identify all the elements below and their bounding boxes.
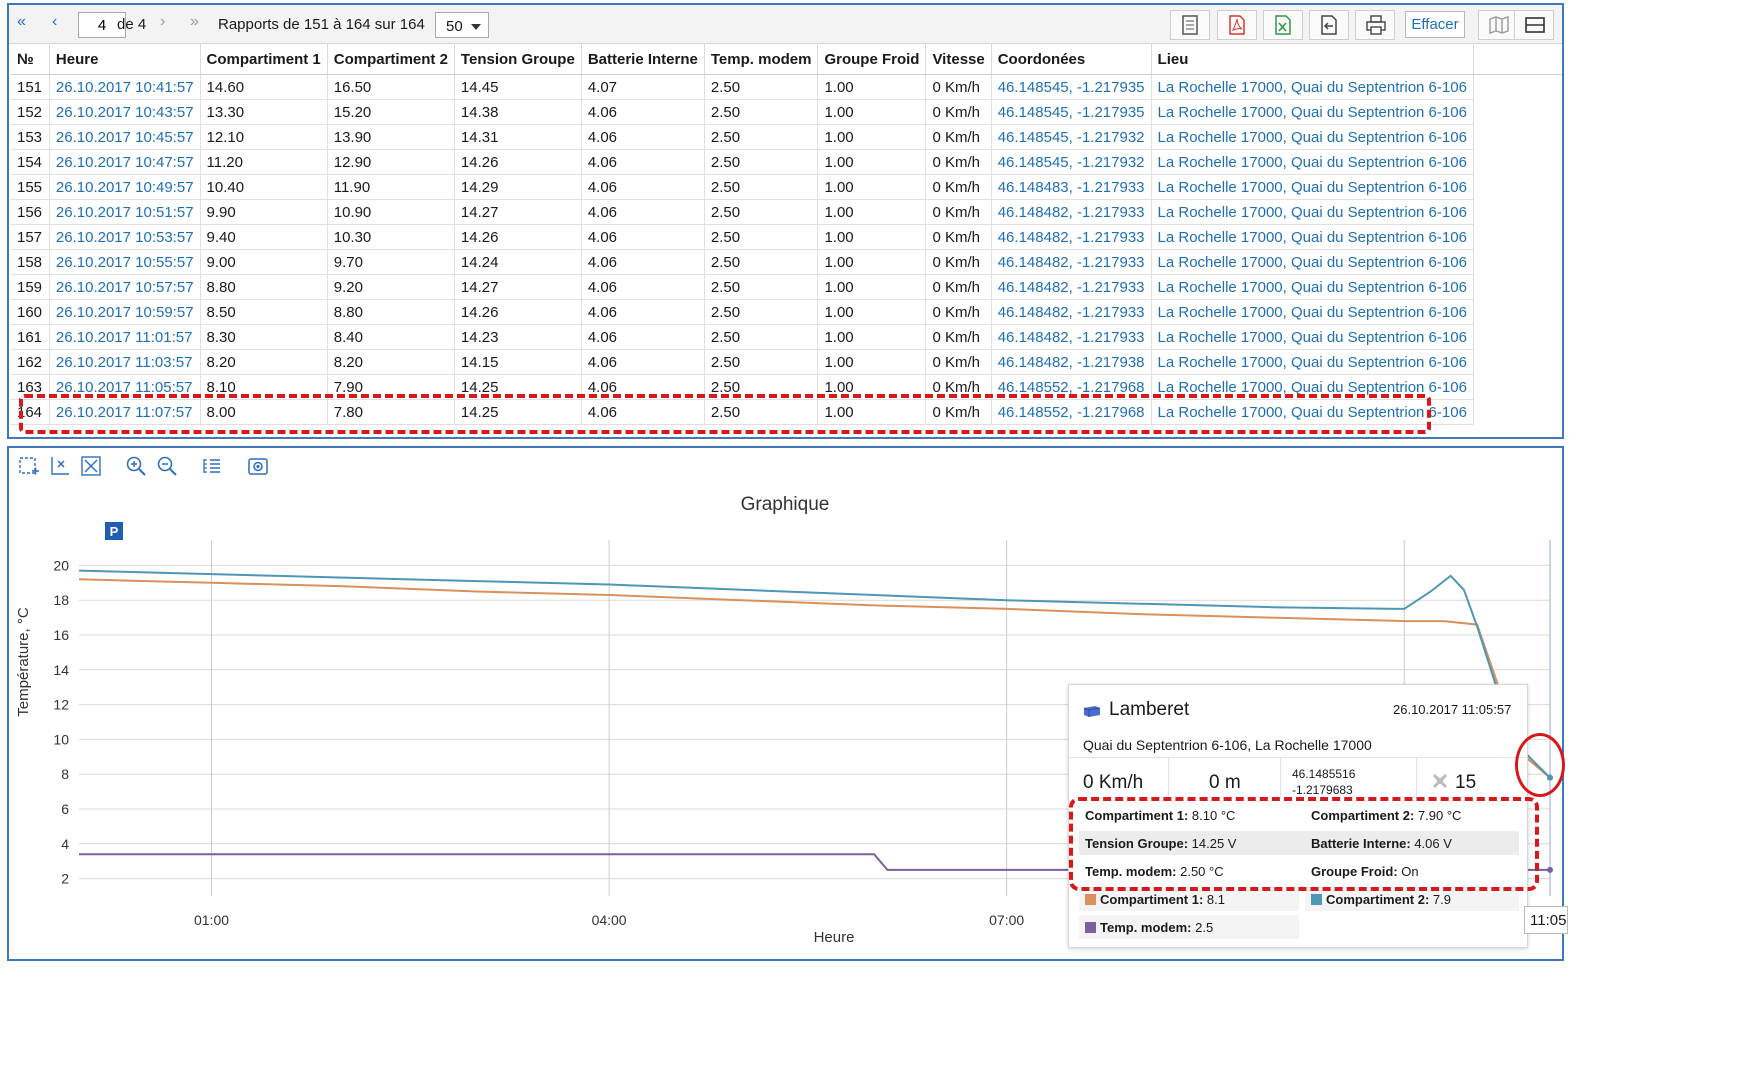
tooltip-satellites: 15 [1455,772,1477,793]
chart-title: Graphique [741,494,830,515]
x-tick-label: 07:00 [989,912,1024,928]
y-tick-label: 2 [61,871,69,887]
tooltip-distance-cell: 0 m [1169,757,1281,799]
y-tick-label: 6 [61,801,69,817]
satellite-icon [1432,773,1448,789]
series-swatch [1085,922,1096,933]
y-tick-label: 18 [53,592,69,608]
legend-value: 8.1 [1203,892,1225,907]
legend-label: Compartiment 2: [1326,892,1430,907]
legend-value: 2.5 [1191,920,1214,935]
y-tick-label: 20 [53,557,69,573]
y-tick-label: 8 [61,766,69,782]
legend-value: 7.9 [1429,892,1451,907]
y-tick-label: 14 [53,662,69,678]
x-tick-label: 01:00 [194,912,229,928]
time-cursor-label: 11:05 [1524,906,1568,934]
legend-label: Temp. modem: [1100,920,1192,935]
tooltip-coordinates-cell: 46.1485516 -1.2179683 [1281,757,1417,799]
tooltip-longitude: -1.2179683 [1292,783,1353,797]
tooltip-address: Quai du Septentrion 6-106, La Rochelle 1… [1083,737,1372,753]
tooltip-speed-cell: 0 Km/h [1069,757,1169,799]
y-axis-label: Température, °C [15,607,32,717]
y-tick-label: 12 [53,697,69,713]
tooltip-timestamp: 26.10.2017 11:05:57 [1393,702,1512,717]
x-axis-label: Heure [814,929,855,946]
parking-marker-label: P [110,524,119,539]
tooltip-vehicle-name: Lamberet [1109,699,1190,720]
tooltip-latitude: 46.1485516 [1292,767,1356,781]
y-tick-label: 4 [61,836,69,852]
x-tick-label: 04:00 [592,912,627,928]
series-endpoint [1547,866,1553,873]
series-swatch [1311,894,1322,905]
truck-icon [1083,706,1101,717]
tooltip-distance: 0 m [1209,772,1241,793]
series-swatch [1085,894,1096,905]
y-tick-label: 10 [53,731,69,747]
legend-label: Compartiment 1: [1100,892,1204,907]
tooltip-values-annotation [1069,797,1539,891]
tooltip-legend-item: Temp. modem: 2.5 [1079,915,1299,939]
tooltip-speed: 0 Km/h [1083,772,1144,793]
chart-endpoint-annotation [1515,733,1565,797]
y-tick-label: 16 [53,627,69,643]
tooltip-satellites-cell: 15 [1417,757,1527,799]
